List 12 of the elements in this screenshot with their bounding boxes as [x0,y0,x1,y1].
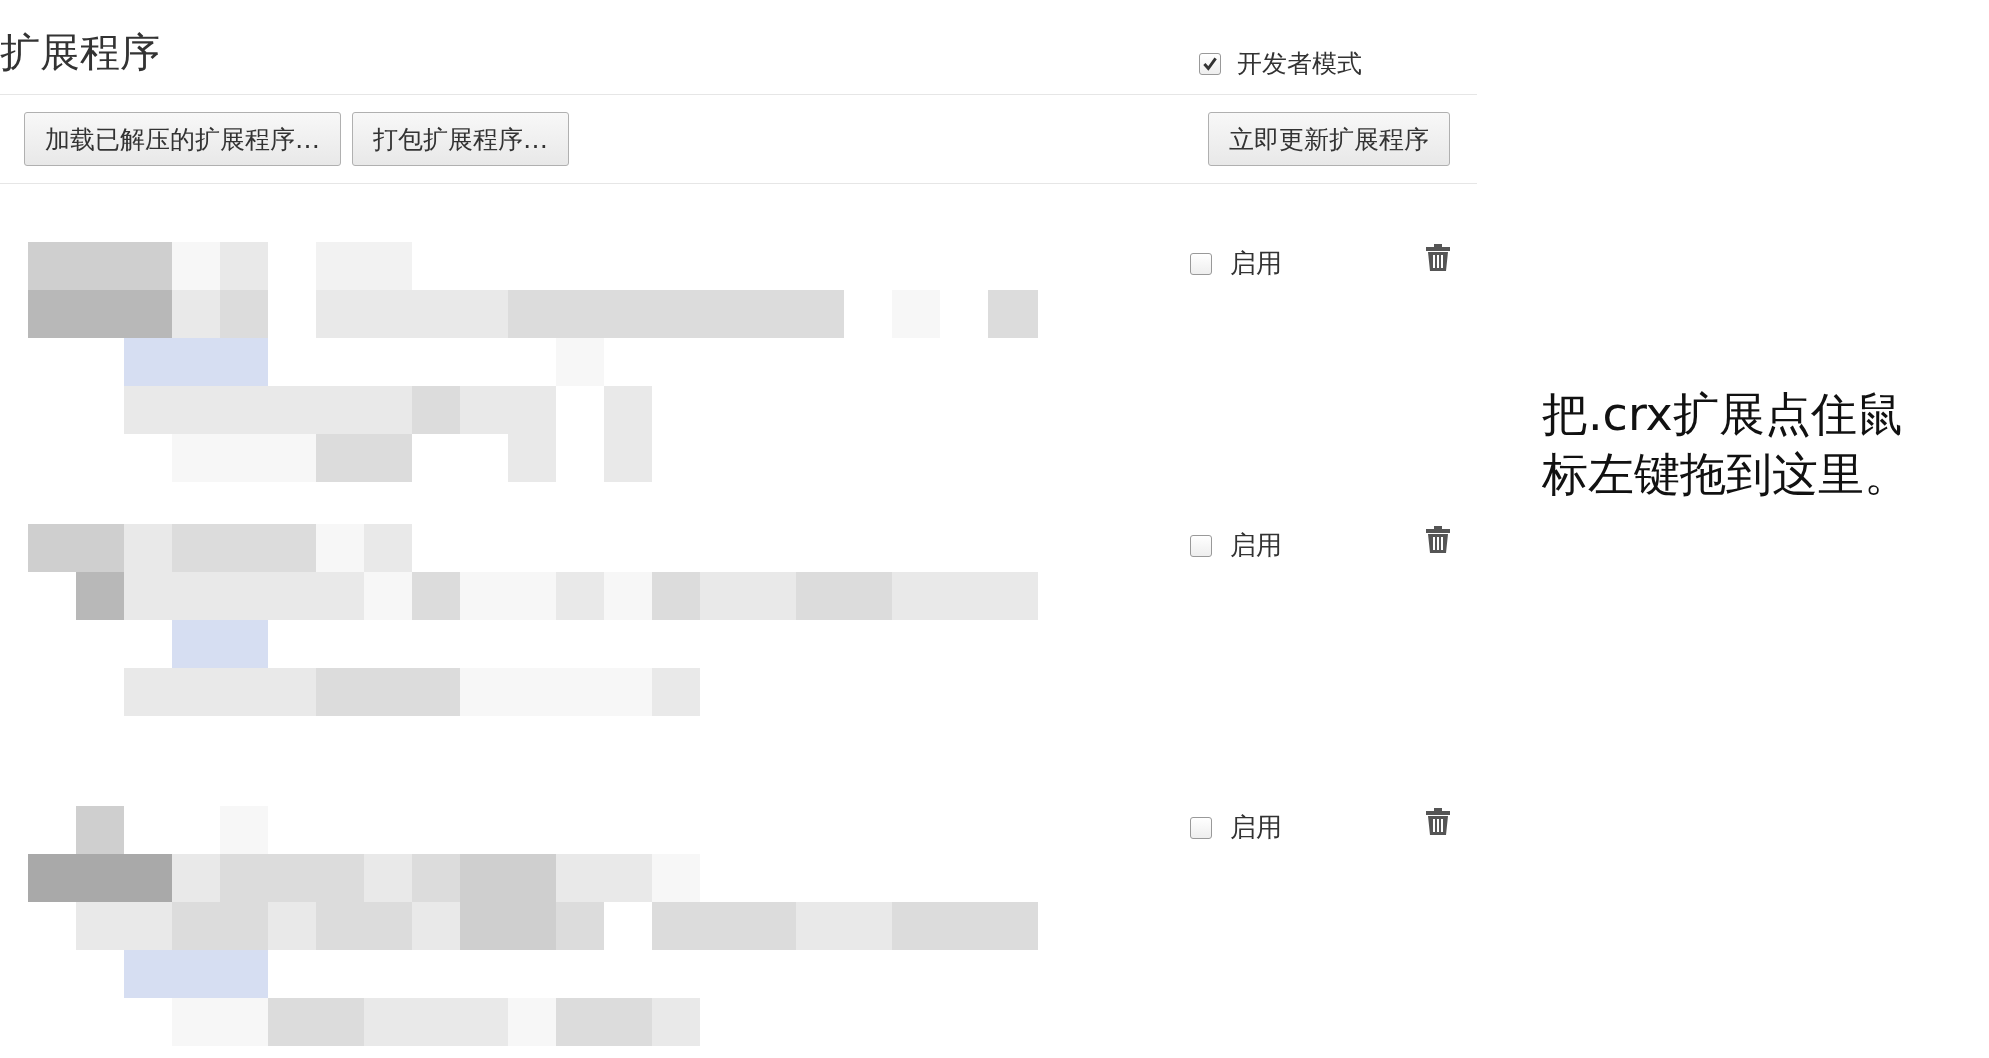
trash-icon[interactable] [1425,524,1451,554]
enable-checkbox[interactable]: 启用 [1190,246,1282,281]
trash-icon[interactable] [1425,242,1451,272]
update-extensions-button[interactable]: 立即更新扩展程序 [1208,112,1450,166]
enable-checkbox[interactable]: 启用 [1190,528,1282,563]
toolbar-button[interactable]: 加载已解压的扩展程序… [24,112,341,166]
page-title: 扩展程序 [0,28,160,77]
trash-icon[interactable] [1425,806,1451,836]
toolbar-button[interactable]: 打包扩展程序… [352,112,569,166]
developer-mode-checkbox[interactable]: 开发者模式 [1199,47,1362,80]
drop-hint-text: 把.crx扩展点住鼠 标左键拖到这里。 [1542,386,1910,503]
enable-checkbox[interactable]: 启用 [1190,810,1282,845]
